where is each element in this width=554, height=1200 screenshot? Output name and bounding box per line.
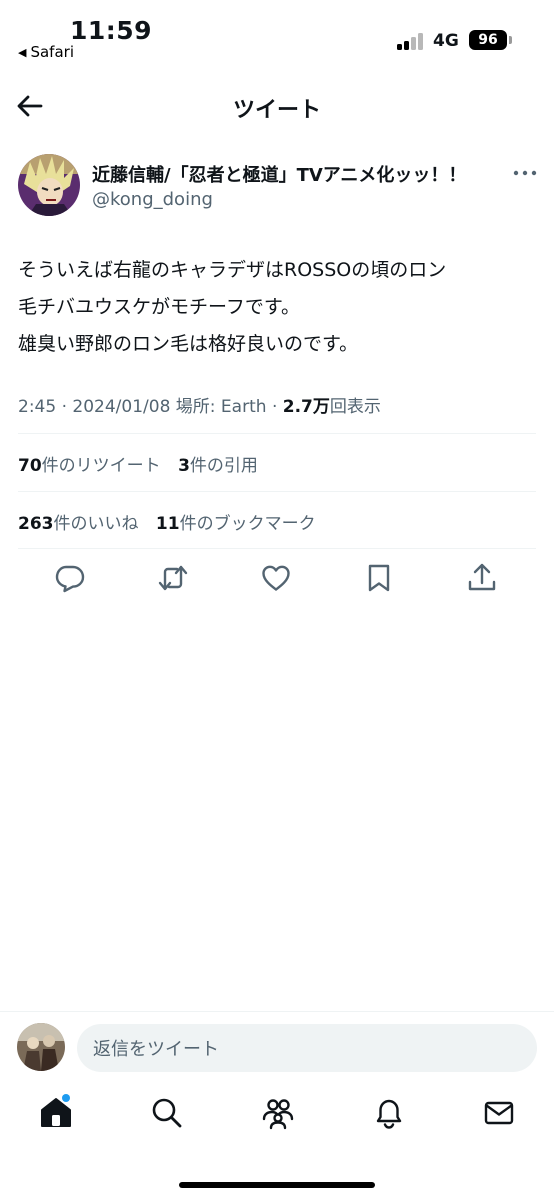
back-triangle-icon: ◀ — [18, 45, 27, 59]
quotes-count: 3 — [178, 456, 190, 476]
back-app-label: Safari — [30, 43, 74, 61]
tweet-line: 毛チバユウスケがモチーフです。 — [18, 296, 300, 318]
retweets-count: 70 — [18, 456, 42, 476]
divider — [18, 433, 536, 434]
divider — [18, 491, 536, 492]
tweet-text: そういえば右龍のキャラデザはROSSOの頃のロン 毛チバユウスケがモチーフです。… — [18, 252, 538, 363]
meta-separator: · — [271, 397, 283, 417]
stats-row-likes: 263件のいいね 11件のブックマーク — [18, 509, 316, 534]
more-options-icon[interactable] — [512, 165, 538, 179]
battery-tip — [509, 36, 512, 44]
tweet-line: そういえば右龍のキャラデザはROSSOの頃のロン — [18, 259, 447, 281]
search-icon[interactable] — [150, 1096, 184, 1130]
battery-level: 96 — [478, 32, 498, 48]
bookmarks-count: 11 — [155, 514, 180, 534]
status-time: 11:59 — [70, 16, 153, 45]
bookmarks-label: 件のブックマーク — [179, 514, 316, 534]
bookmarks-stat[interactable]: 11件のブックマーク — [156, 514, 316, 534]
bottom-nav — [0, 1096, 554, 1140]
likes-count: 263 — [18, 514, 54, 534]
like-icon[interactable] — [260, 562, 292, 594]
tweet-meta: 2:45 · 2024/01/08 場所: Earth · 2.7万回表示 — [18, 392, 381, 417]
reply-placeholder: 返信をツイート — [93, 1039, 219, 1060]
communities-icon[interactable] — [261, 1096, 295, 1130]
retweet-icon[interactable] — [157, 562, 189, 594]
reply-divider — [0, 1011, 554, 1012]
tweet-date: 2024/01/08 — [72, 397, 171, 417]
quotes-stat[interactable]: 3件の引用 — [178, 456, 258, 476]
tweet-location: 場所: Earth — [175, 397, 267, 417]
network-type: 4G — [433, 31, 459, 51]
divider — [18, 548, 536, 549]
views-label: 回表示 — [329, 397, 381, 417]
retweets-label: 件のリツイート — [41, 456, 161, 476]
meta-separator: · — [61, 397, 73, 417]
page-title: ツイート — [232, 98, 321, 123]
header: ツイート — [0, 80, 554, 136]
notifications-icon[interactable] — [372, 1096, 406, 1130]
tweet-line: 雄臭い野郎のロン毛は格好良いのです。 — [18, 333, 359, 355]
retweets-stat[interactable]: 70件のリツイート — [18, 456, 161, 476]
stats-row-retweets: 70件のリツイート 3件の引用 — [18, 451, 258, 476]
share-icon[interactable] — [466, 562, 498, 594]
reply-input[interactable]: 返信をツイート — [77, 1024, 537, 1072]
bookmark-icon[interactable] — [363, 562, 395, 594]
home-indicator[interactable] — [179, 1182, 375, 1188]
status-bar: 11:59 ◀ Safari 4G 96 — [0, 0, 554, 70]
likes-stat[interactable]: 263件のいいね — [18, 514, 139, 534]
tweet-time: 2:45 — [18, 397, 57, 417]
notification-dot — [62, 1094, 70, 1102]
messages-icon[interactable] — [482, 1096, 516, 1130]
author-handle[interactable]: @kong_doing — [92, 189, 213, 210]
back-to-app[interactable]: ◀ Safari — [18, 43, 74, 61]
quotes-label: 件の引用 — [189, 456, 258, 476]
reply-icon[interactable] — [54, 562, 86, 594]
likes-label: 件のいいね — [53, 514, 139, 534]
battery-icon: 96 — [469, 30, 507, 50]
signal-icon — [397, 33, 425, 50]
views-count: 2.7万 — [282, 397, 330, 417]
author-name[interactable]: 近藤信輔/「忍者と極道」TVアニメ化ッッ！！ — [92, 161, 466, 187]
tweet-actions — [0, 562, 554, 598]
author-avatar[interactable] — [18, 154, 80, 216]
user-avatar[interactable] — [17, 1023, 65, 1071]
